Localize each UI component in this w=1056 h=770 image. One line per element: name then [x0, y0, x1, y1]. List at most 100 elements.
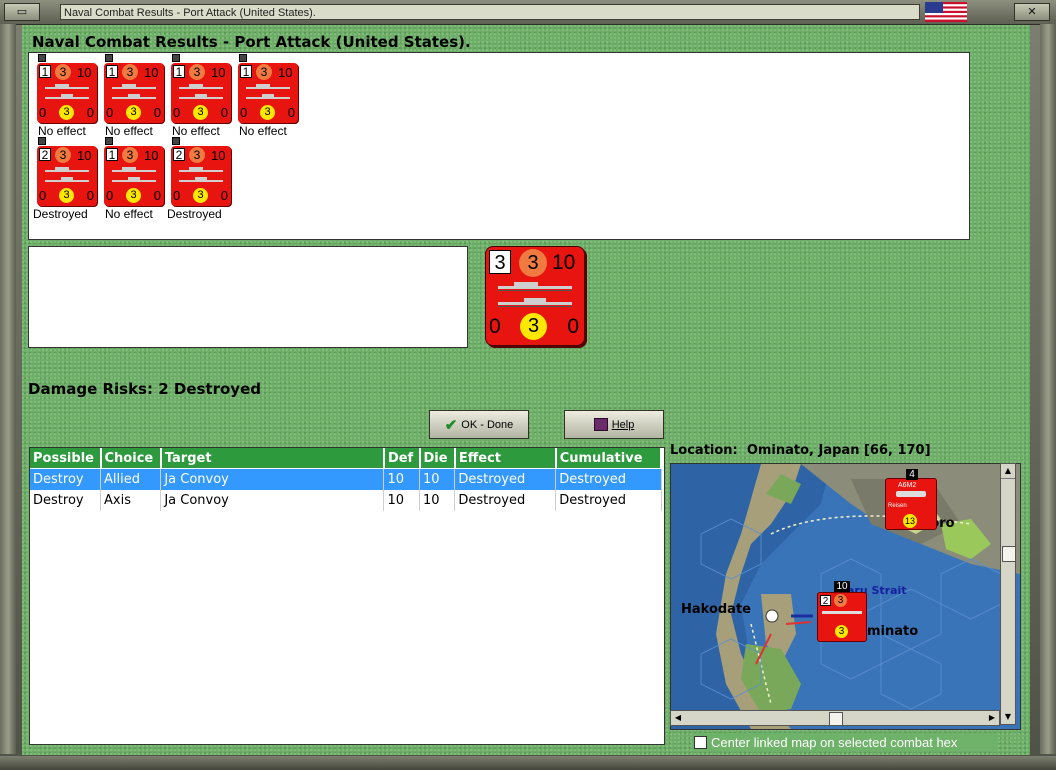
table-body: Destroy Allied Ja Convoy 10 10 Destroyed Destr… [30, 468, 662, 511]
help-button[interactable]: Help [564, 410, 664, 439]
unit-strength: 1 [106, 65, 118, 79]
us-flag-icon [925, 2, 967, 22]
unit-counter[interactable]: 2 3 10 0 3 0 [37, 146, 97, 206]
help-label: Help [611, 418, 635, 431]
ok-done-label: OK - Done [461, 418, 514, 431]
unit-mid-value: 3 [126, 188, 141, 203]
unit-effect-label: No effect [105, 124, 153, 138]
unit-counter[interactable]: 2 3 10 0 3 0 [171, 146, 231, 206]
column-header-cumulative[interactable]: Cumulative [555, 448, 663, 469]
big-counter-attack: 3 [519, 249, 547, 277]
unit-strength: 2 [39, 148, 51, 162]
cell-effect: Destroyed [454, 468, 557, 490]
table-row[interactable]: Destroy Axis Ja Convoy 10 10 Destroyed Destroy… [30, 490, 662, 511]
unit-counter[interactable]: 1 3 10 0 3 0 [171, 63, 231, 123]
unit-range: 10 [211, 148, 226, 163]
cell-die: 10 [419, 490, 456, 511]
map-horizontal-scrollbar[interactable]: ◀ ▶ [670, 710, 1000, 726]
unit-selector-icon[interactable] [105, 54, 113, 62]
center-map-option[interactable]: Center linked map on selected combat hex [694, 733, 998, 751]
map-air-counter[interactable]: 4 A6M2 Reisen 13 [885, 469, 937, 530]
unit-selector-icon[interactable] [38, 137, 46, 145]
unit-counter[interactable]: 1 3 10 0 3 0 [37, 63, 97, 123]
unit-counter[interactable]: 1 3 10 0 3 0 [238, 63, 298, 123]
unit-attack: 3 [189, 147, 205, 163]
bottom-border [0, 756, 1056, 770]
minimize-button[interactable]: ▭ [4, 3, 40, 21]
damage-risks-value: 2 Destroyed [158, 380, 261, 398]
column-header-choice[interactable]: Choice [100, 448, 162, 469]
unit-selector-icon[interactable] [239, 54, 247, 62]
map-air-counter-label: A6M2 [898, 482, 917, 489]
scroll-left-icon[interactable]: ◀ [671, 711, 685, 725]
table-header: Possible Choice Target Def Die Effect Cumulati… [30, 448, 663, 469]
unit-counter[interactable]: 1 3 10 0 3 0 [104, 63, 164, 123]
ship-silhouette-icon [45, 84, 89, 99]
cell-choice: Axis [100, 490, 162, 511]
map-naval-counter[interactable]: 10 2 3 3 [817, 581, 867, 642]
unit-mid-value: 3 [59, 105, 74, 120]
big-counter: 3 3 10 0 3 0 [485, 246, 585, 346]
cell-def: 10 [383, 468, 421, 490]
dialog-content: Naval Combat Results - Port Attack (Unit… [22, 25, 1030, 755]
scroll-up-icon[interactable]: ▲ [1001, 464, 1015, 479]
cell-possible: Destroy [30, 468, 102, 490]
combat-table: Possible Choice Target Def Die Effect Cumulati… [29, 447, 665, 745]
unit-selector-icon[interactable] [105, 137, 113, 145]
column-header-target[interactable]: Target [160, 448, 385, 469]
column-header-def[interactable]: Def [383, 448, 421, 469]
unit-range: 10 [77, 65, 92, 80]
location-label: Location: [670, 443, 738, 458]
unit-right-value: 0 [220, 188, 228, 203]
dialog-heading: Naval Combat Results - Port Attack (Unit… [32, 33, 471, 51]
linked-map[interactable]: Hakodate minato aru Strait poro 4 A6M2 R… [670, 463, 1021, 730]
unit-attack: 3 [122, 147, 138, 163]
unit-range: 10 [144, 65, 159, 80]
unit-strength: 2 [173, 148, 185, 162]
damage-risks-label: Damage Risks: [28, 380, 153, 398]
close-button[interactable]: ✕ [1014, 3, 1050, 21]
book-icon [593, 418, 608, 431]
big-counter-right: 0 [567, 315, 579, 338]
ok-done-button[interactable]: ✔ OK - Done [429, 410, 529, 439]
column-header-possible[interactable]: Possible [30, 448, 102, 469]
unit-left-value: 0 [240, 105, 248, 120]
unit-mid-value: 3 [126, 105, 141, 120]
column-header-die[interactable]: Die [419, 448, 456, 469]
scroll-right-icon[interactable]: ▶ [985, 711, 999, 725]
horizontal-scroll-thumb[interactable] [829, 712, 843, 726]
unit-selector-icon[interactable] [38, 54, 46, 62]
unit-selector-icon[interactable] [172, 54, 180, 62]
table-row[interactable]: Destroy Allied Ja Convoy 10 10 Destroyed Destr… [30, 468, 662, 490]
unit-mid-value: 3 [59, 188, 74, 203]
unit-attack: 3 [122, 64, 138, 80]
cell-target: Ja Convoy [160, 468, 385, 490]
cell-cumulative: Destroyed [555, 490, 662, 511]
ship-silhouette-icon [246, 84, 290, 99]
units-panel: 1 3 10 0 3 0 No effect 1 3 10 0 3 0 No effect 1 3 10 0 3 0 N… [28, 52, 970, 240]
cell-cumulative: Destroyed [555, 468, 662, 490]
unit-left-value: 0 [106, 105, 114, 120]
unit-right-value: 0 [220, 105, 228, 120]
scroll-down-icon[interactable]: ▼ [1001, 710, 1015, 724]
unit-counter[interactable]: 1 3 10 0 3 0 [104, 146, 164, 206]
map-naval-ship-icon [822, 611, 862, 614]
column-header-effect[interactable]: Effect [454, 448, 557, 469]
unit-strength: 1 [240, 65, 252, 79]
map-vertical-scrollbar[interactable]: ▲ ▼ [1000, 463, 1016, 725]
details-panel [28, 246, 468, 348]
cell-target: Ja Convoy [160, 490, 385, 511]
unit-left-value: 0 [173, 188, 181, 203]
unit-selector-icon[interactable] [172, 137, 180, 145]
unit-effect-label: Destroyed [33, 207, 88, 221]
plane-icon [896, 491, 926, 497]
vertical-scroll-thumb[interactable] [1002, 546, 1016, 562]
big-counter-left: 0 [489, 315, 501, 338]
center-map-checkbox[interactable] [694, 735, 707, 749]
cell-die: 10 [419, 468, 456, 490]
cell-possible: Destroy [30, 490, 102, 511]
cell-def: 10 [383, 490, 421, 511]
unit-right-value: 0 [86, 105, 94, 120]
window-title: Naval Combat Results - Port Attack (Unit… [60, 4, 920, 20]
map-naval-counter-mid: 3 [835, 625, 848, 638]
